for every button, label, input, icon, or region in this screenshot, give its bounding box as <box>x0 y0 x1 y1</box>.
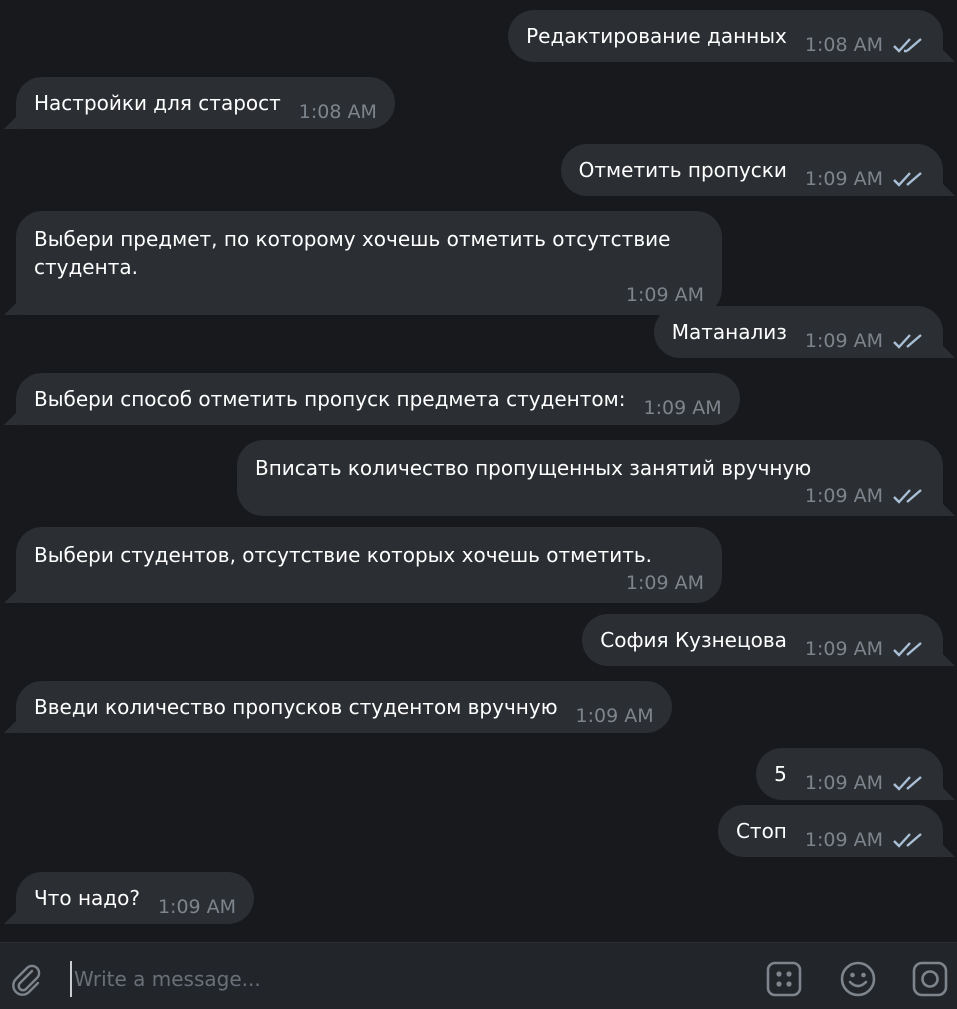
message-outgoing[interactable]: Матанализ 1:09 AM <box>653 306 956 358</box>
message-text: Отметить пропуски <box>578 158 787 182</box>
commands-icon[interactable] <box>766 961 802 997</box>
double-check-icon <box>893 38 922 53</box>
message-time: 1:09 AM <box>804 829 883 851</box>
message-time: 1:09 AM <box>804 638 883 660</box>
message-text: София Кузнецова <box>600 628 787 652</box>
message-outgoing[interactable]: Стоп 1:09 AM <box>717 805 956 857</box>
message-time: 1:09 AM <box>804 485 883 507</box>
double-check-icon <box>893 334 922 349</box>
paperclip-icon[interactable] <box>8 961 44 997</box>
message-text: Матанализ <box>671 320 787 344</box>
message-time: 1:09 AM <box>625 572 704 594</box>
message-time: 1:09 AM <box>804 330 883 352</box>
message-incoming[interactable]: Выбери предмет, по которому хочешь отмет… <box>4 211 722 315</box>
message-incoming[interactable]: Введи количество пропусков студентом вру… <box>4 681 672 733</box>
message-input[interactable] <box>70 961 736 997</box>
double-check-icon <box>893 489 922 504</box>
double-check-icon <box>893 642 922 657</box>
message-time: 1:08 AM <box>298 101 377 123</box>
message-time: 1:09 AM <box>643 397 722 419</box>
message-outgoing[interactable]: Редактирование данных 1:08 AM <box>508 10 955 62</box>
message-text: 5 <box>774 762 787 786</box>
camera-icon[interactable] <box>912 961 948 997</box>
message-text: Выбери студентов, отсутствие которых хоч… <box>34 543 652 567</box>
message-incoming[interactable]: Настройки для старост 1:08 AM <box>4 77 395 129</box>
message-time: 1:09 AM <box>625 284 704 306</box>
message-time: 1:08 AM <box>804 34 883 56</box>
message-incoming[interactable]: Выбери способ отметить пропуск предмета … <box>4 373 740 425</box>
message-time: 1:09 AM <box>804 168 883 190</box>
message-incoming[interactable]: Выбери студентов, отсутствие которых хоч… <box>4 527 722 603</box>
message-outgoing[interactable]: Вписать количество пропущенных занятий в… <box>237 440 955 516</box>
message-outgoing[interactable]: 5 1:09 AM <box>756 748 955 800</box>
message-text: Выбери предмет, по которому хочешь отмет… <box>34 227 671 279</box>
chat-history[interactable]: Редактирование данных 1:08 AM Настройки д… <box>0 0 957 942</box>
message-outgoing[interactable]: Отметить пропуски 1:09 AM <box>560 144 956 196</box>
message-text: Вписать количество пропущенных занятий в… <box>255 456 812 480</box>
double-check-icon <box>893 776 922 791</box>
message-time: 1:09 AM <box>157 896 237 918</box>
message-composer <box>0 942 957 1009</box>
double-check-icon <box>893 172 922 187</box>
message-text: Настройки для старост <box>34 91 281 115</box>
double-check-icon <box>893 833 922 848</box>
message-time: 1:09 AM <box>575 705 654 727</box>
message-time: 1:09 AM <box>804 772 883 794</box>
message-incoming[interactable]: Что надо? 1:09 AM <box>3 872 255 924</box>
message-outgoing[interactable]: София Кузнецова 1:09 AM <box>582 614 955 666</box>
message-text: Стоп <box>735 819 787 843</box>
emoji-icon[interactable] <box>840 961 876 997</box>
message-text: Что надо? <box>34 886 140 910</box>
message-text: Выбери способ отметить пропуск предмета … <box>34 387 626 411</box>
message-text: Введи количество пропусков студентом вру… <box>34 695 558 719</box>
message-text: Редактирование данных <box>526 24 787 48</box>
